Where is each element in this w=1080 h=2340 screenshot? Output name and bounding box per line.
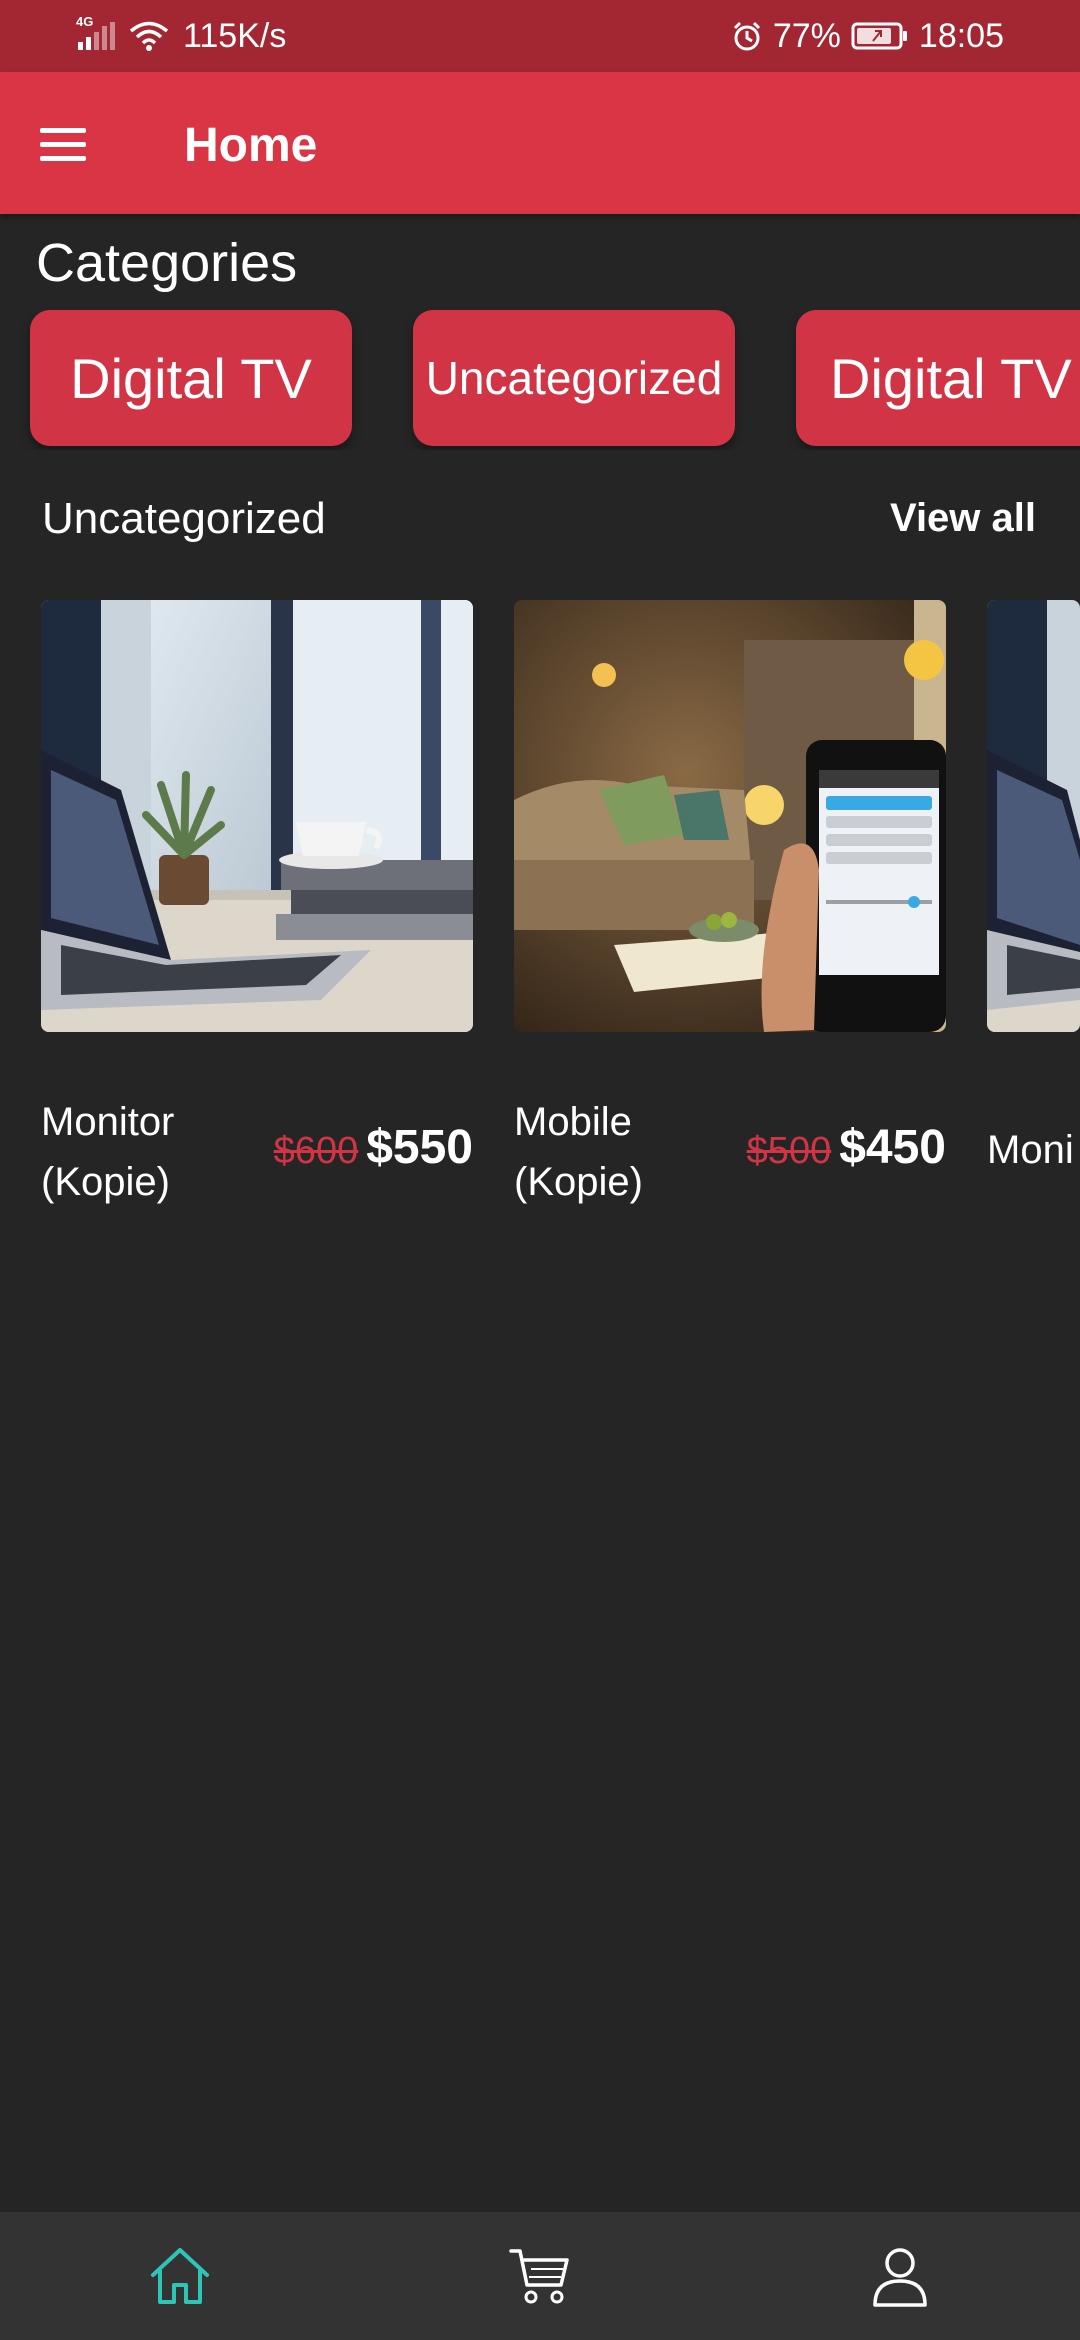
category-list: Digital TV Uncategorized Digital TV [0,310,1080,450]
nav-home[interactable] [90,2212,270,2340]
bottom-nav [0,2212,1080,2340]
products-section-title: Uncategorized [42,494,326,543]
clock: 18:05 [918,16,1004,55]
view-all-link[interactable]: View all [890,496,1036,541]
product-card[interactable]: Mobile (Kopie) $500 $450 [514,600,946,1204]
status-left: 4G 115K/s [76,0,287,72]
signal-icon: 4G [76,14,115,50]
product-price: $500 $450 [747,1120,946,1175]
category-chip-digital-tv-2[interactable]: Digital TV [796,310,1080,446]
nav-cart[interactable] [450,2212,630,2340]
app-bar: Home [0,72,1080,214]
status-right: 77% 18:05 [731,0,1004,72]
product-image-smartphone [514,600,946,1032]
categories-title: Categories [36,233,298,293]
category-label: Digital TV [70,346,312,410]
battery-percent: 77% [772,16,841,55]
product-price: $600 $550 [274,1120,473,1175]
product-image-laptop [987,600,1080,1032]
product-old-price: $500 [746,1130,832,1172]
page-title: Home [184,119,318,172]
product-image-laptop [41,600,473,1032]
category-chip-uncategorized[interactable]: Uncategorized [413,310,735,446]
network-type: 4G [76,14,94,29]
wifi-icon [129,21,169,51]
category-label: Digital TV [830,346,1072,410]
product-sale-price: $550 [366,1121,473,1174]
user-icon [873,2248,927,2307]
product-sale-price: $450 [839,1121,946,1174]
product-card[interactable]: Moni [987,600,1080,1240]
nav-profile[interactable] [810,2212,990,2340]
cart-icon [509,2249,569,2304]
category-chip-digital-tv[interactable]: Digital TV [30,310,352,446]
network-speed: 115K/s [183,16,287,55]
menu-icon[interactable] [40,116,104,172]
status-bar: 4G 115K/s 77% 18:05 [0,0,1080,72]
product-card[interactable]: Monitor (Kopie) $600 $550 [41,600,473,1204]
alarm-icon [733,21,760,51]
product-name: Mobile (Kopie) [514,1100,643,1204]
product-name: Monitor (Kopie) [41,1100,175,1204]
battery-icon [851,22,907,50]
product-old-price: $600 [273,1130,359,1172]
product-name: Moni [987,1128,1074,1172]
category-label: Uncategorized [425,352,723,404]
home-icon [151,2248,209,2304]
